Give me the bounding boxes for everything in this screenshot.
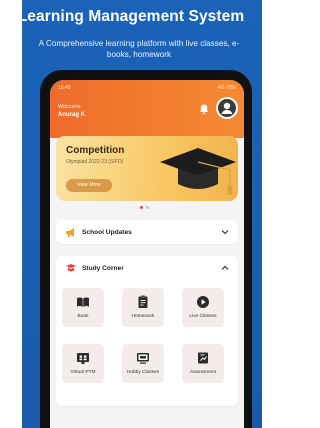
tile-live-classes[interactable]: Live Classes xyxy=(182,288,224,327)
megaphone-icon xyxy=(66,228,74,237)
tile-label: Book xyxy=(77,314,89,319)
app-screen: 16:43 4G 72% Welcome Anurag K Competitio… xyxy=(50,80,244,428)
competition-card[interactable]: Competition Olympiad 2022-23 (SIFO) View… xyxy=(56,136,238,201)
tile-label: Live Classes xyxy=(189,314,217,319)
tile-homework[interactable]: Homework xyxy=(122,288,164,327)
tile-hobby-classes[interactable]: Hobby Classes xyxy=(122,344,164,383)
hobby-classes-icon xyxy=(137,353,149,364)
banner-subline: A Comprehensive learning platform with l… xyxy=(38,39,240,59)
tile-label: Virtual PTM xyxy=(70,370,96,375)
tile-assessment[interactable]: Assessment xyxy=(182,344,224,383)
school-updates-section[interactable]: School Updates xyxy=(56,220,238,244)
username: Anurag K xyxy=(58,112,85,118)
school-updates-title: School Updates xyxy=(82,229,132,236)
virtual-ptm-icon xyxy=(77,353,89,364)
welcome-label: Welcome xyxy=(58,104,81,110)
book-icon xyxy=(77,297,89,307)
tile-book[interactable]: Book xyxy=(62,288,104,327)
view-more-button[interactable]: View More xyxy=(66,179,112,192)
chevron-up-icon[interactable] xyxy=(221,264,229,272)
avatar[interactable] xyxy=(216,97,238,119)
bell-icon[interactable] xyxy=(198,102,210,115)
homework-icon xyxy=(138,295,148,308)
carousel-dot[interactable] xyxy=(146,206,149,209)
status-icons: 4G 72% xyxy=(217,85,236,91)
competition-subtitle: Olympiad 2022-23 (SIFO) xyxy=(66,159,124,165)
study-corner-icon xyxy=(66,264,76,272)
status-time: 16:43 xyxy=(58,85,71,91)
banner-headline: Learning Management System xyxy=(17,8,245,25)
study-corner-title: Study Corner xyxy=(82,265,124,272)
tile-label: Hobby Classes xyxy=(126,370,160,375)
chevron-down-icon[interactable] xyxy=(221,228,229,236)
graduation-cap-icon xyxy=(160,148,236,195)
carousel-indicator xyxy=(140,206,152,209)
tile-label: Assessment xyxy=(189,370,217,375)
live-classes-icon xyxy=(197,296,209,308)
app-header: 16:43 4G 72% Welcome Anurag K xyxy=(50,80,244,138)
assessment-icon xyxy=(198,352,208,364)
tile-label: Homework xyxy=(131,314,155,319)
study-corner-section: Study Corner Book Homework Live Classes … xyxy=(56,256,238,406)
carousel-dot-active[interactable] xyxy=(140,206,143,209)
status-bar: 16:43 4G 72% xyxy=(58,85,236,93)
competition-title: Competition xyxy=(66,145,125,156)
tile-virtual-ptm[interactable]: Virtual PTM xyxy=(62,344,104,383)
